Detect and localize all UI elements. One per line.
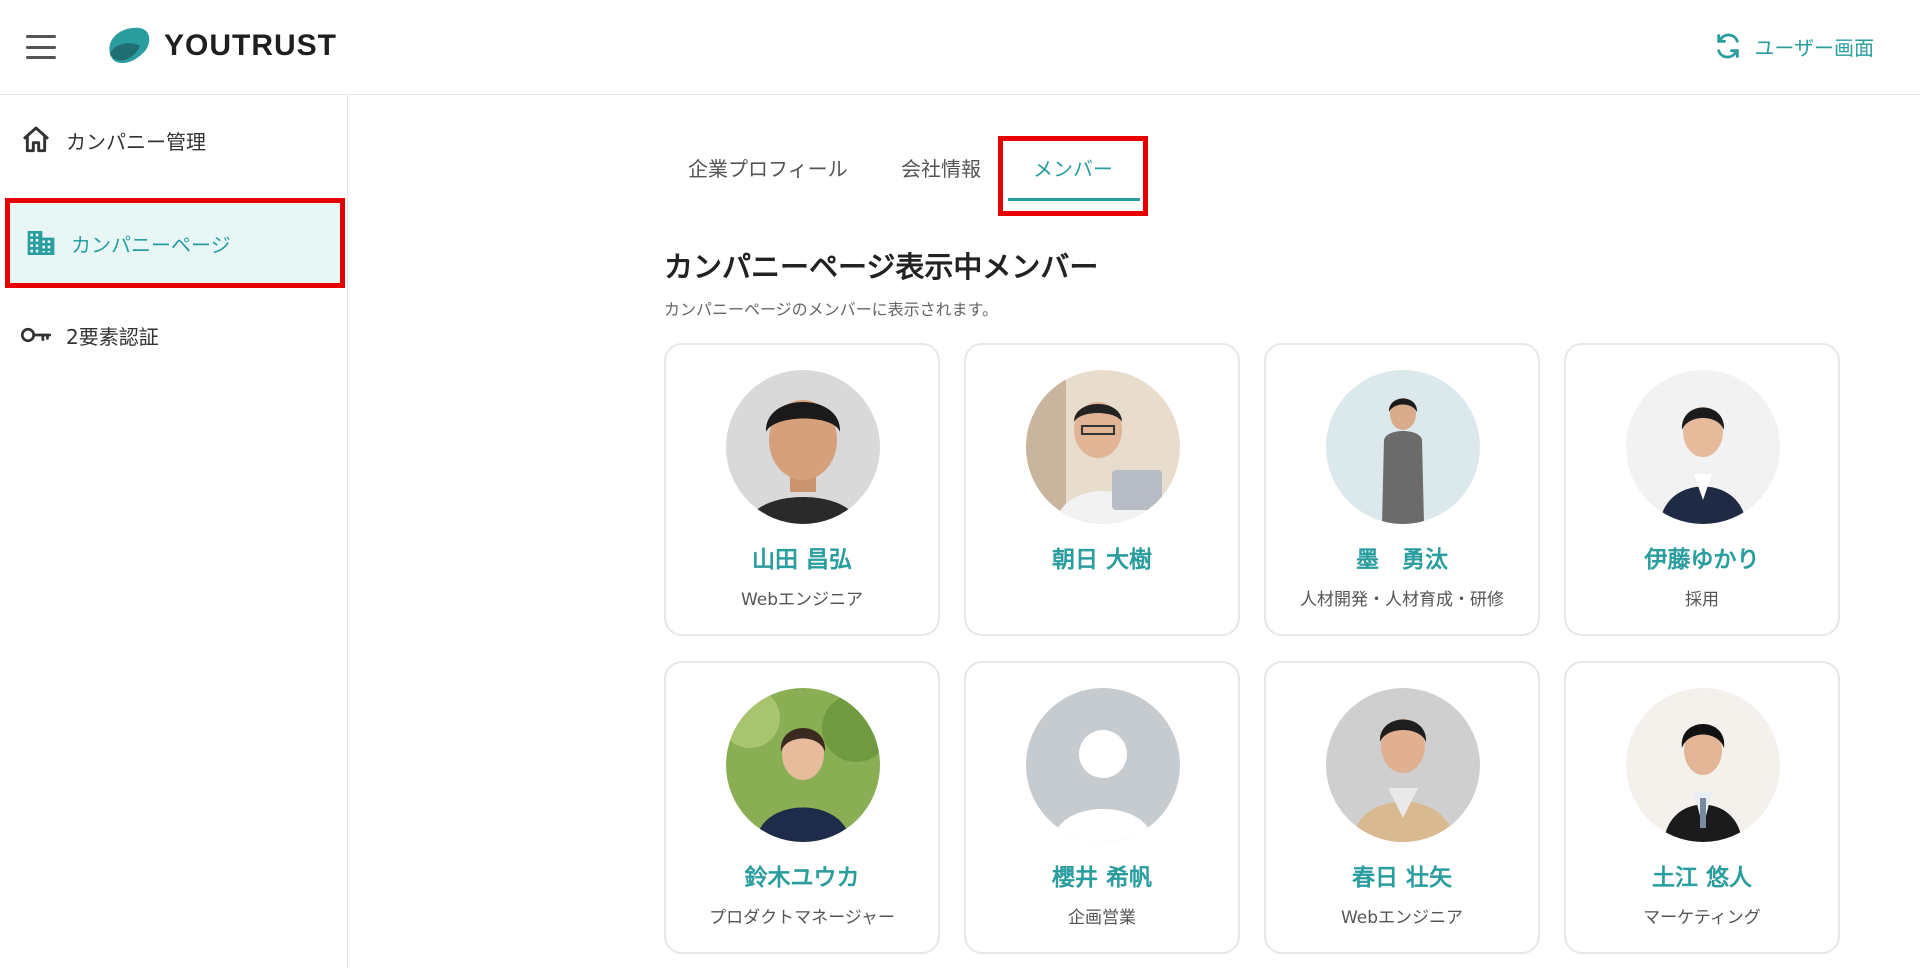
app-header: YOUTRUST ユーザー画面 bbox=[0, 0, 1920, 95]
logo-text: YOUTRUST bbox=[164, 29, 337, 62]
sidebar-item-company-management[interactable]: カンパニー管理 bbox=[0, 97, 346, 183]
member-card[interactable]: 鈴木ユウカ プロダクトマネージャー bbox=[664, 661, 940, 954]
member-name: 朝日 大樹 bbox=[1051, 547, 1152, 573]
member-name: 墨 勇汰 bbox=[1356, 547, 1448, 573]
tab-members-highlight bbox=[998, 136, 1148, 216]
person-photo-icon bbox=[1026, 370, 1180, 524]
person-photo-icon bbox=[1326, 688, 1480, 842]
member-card[interactable]: 墨 勇汰 人材開発・人材育成・研修 bbox=[1264, 343, 1540, 636]
member-avatar bbox=[1626, 370, 1780, 524]
member-card[interactable]: 土江 悠人 マーケティング bbox=[1564, 661, 1840, 954]
member-role: マーケティング bbox=[1643, 908, 1761, 928]
member-avatar bbox=[726, 688, 880, 842]
member-role: Webエンジニア bbox=[1340, 908, 1464, 928]
member-name: 山田 昌弘 bbox=[751, 547, 852, 573]
member-role: 採用 bbox=[1685, 590, 1719, 610]
person-photo-icon bbox=[726, 370, 880, 524]
tab-label: 会社情報 bbox=[901, 157, 981, 181]
building-icon bbox=[27, 231, 55, 255]
sidebar-item-label: カンパニー管理 bbox=[66, 129, 206, 154]
sidebar-item-company-page[interactable]: カンパニーページ bbox=[5, 198, 345, 288]
member-avatar bbox=[1326, 370, 1480, 524]
member-avatar bbox=[726, 370, 880, 524]
default-avatar-icon bbox=[1026, 688, 1180, 842]
tab-company-profile[interactable]: 企業プロフィール bbox=[688, 135, 848, 215]
member-role: 企画営業 bbox=[1068, 908, 1136, 928]
member-card[interactable]: 山田 昌弘 Webエンジニア bbox=[664, 343, 940, 636]
sidebar-item-label: 2要素認証 bbox=[66, 324, 159, 349]
person-photo-icon bbox=[1626, 688, 1780, 842]
member-card[interactable]: 春日 壮矢 Webエンジニア bbox=[1264, 661, 1540, 954]
switch-user-label: ユーザー画面 bbox=[1754, 35, 1874, 60]
section-subtitle: カンパニーページのメンバーに表示されます。 bbox=[664, 300, 999, 319]
member-role: Webエンジニア bbox=[740, 590, 864, 610]
sidebar-item-label: カンパニーページ bbox=[71, 232, 231, 257]
person-photo-icon bbox=[726, 688, 880, 842]
home-icon bbox=[23, 126, 49, 153]
person-photo-icon bbox=[1626, 370, 1780, 524]
youtrust-logo[interactable]: YOUTRUST bbox=[104, 24, 337, 68]
member-grid: 山田 昌弘 Webエンジニア 朝日 大樹 墨 勇汰 人材開発・人材育成・研修 伊… bbox=[664, 343, 1840, 954]
member-name: 伊藤ゆかり bbox=[1644, 547, 1760, 573]
hamburger-menu-icon[interactable] bbox=[26, 35, 56, 59]
switch-to-user-view-button[interactable]: ユーザー画面 bbox=[1714, 30, 1874, 62]
member-avatar bbox=[1026, 370, 1180, 524]
member-name: 鈴木ユウカ bbox=[744, 865, 860, 891]
sidebar-item-two-factor-auth[interactable]: 2要素認証 bbox=[0, 292, 346, 378]
member-avatar bbox=[1626, 688, 1780, 842]
key-icon bbox=[20, 327, 52, 343]
section-title: カンパニーページ表示中メンバー bbox=[664, 250, 1099, 284]
tab-company-info[interactable]: 会社情報 bbox=[901, 135, 981, 215]
member-avatar bbox=[1326, 688, 1480, 842]
member-name: 土江 悠人 bbox=[1651, 865, 1752, 891]
member-name: 櫻井 希帆 bbox=[1051, 865, 1152, 891]
member-avatar bbox=[1026, 688, 1180, 842]
member-card[interactable]: 櫻井 希帆 企画営業 bbox=[964, 661, 1240, 954]
member-card[interactable]: 朝日 大樹 bbox=[964, 343, 1240, 636]
refresh-icon bbox=[1717, 33, 1740, 59]
person-photo-icon bbox=[1326, 370, 1480, 524]
member-card[interactable]: 伊藤ゆかり 採用 bbox=[1564, 343, 1840, 636]
member-role: 人材開発・人材育成・研修 bbox=[1300, 590, 1504, 610]
member-name: 春日 壮矢 bbox=[1351, 865, 1452, 891]
member-role: プロダクトマネージャー bbox=[709, 908, 895, 928]
sidebar: カンパニー管理 カンパニーページ 2要素認証 bbox=[0, 95, 348, 968]
tab-label: 企業プロフィール bbox=[688, 157, 848, 181]
logo-mark-icon bbox=[109, 27, 150, 64]
